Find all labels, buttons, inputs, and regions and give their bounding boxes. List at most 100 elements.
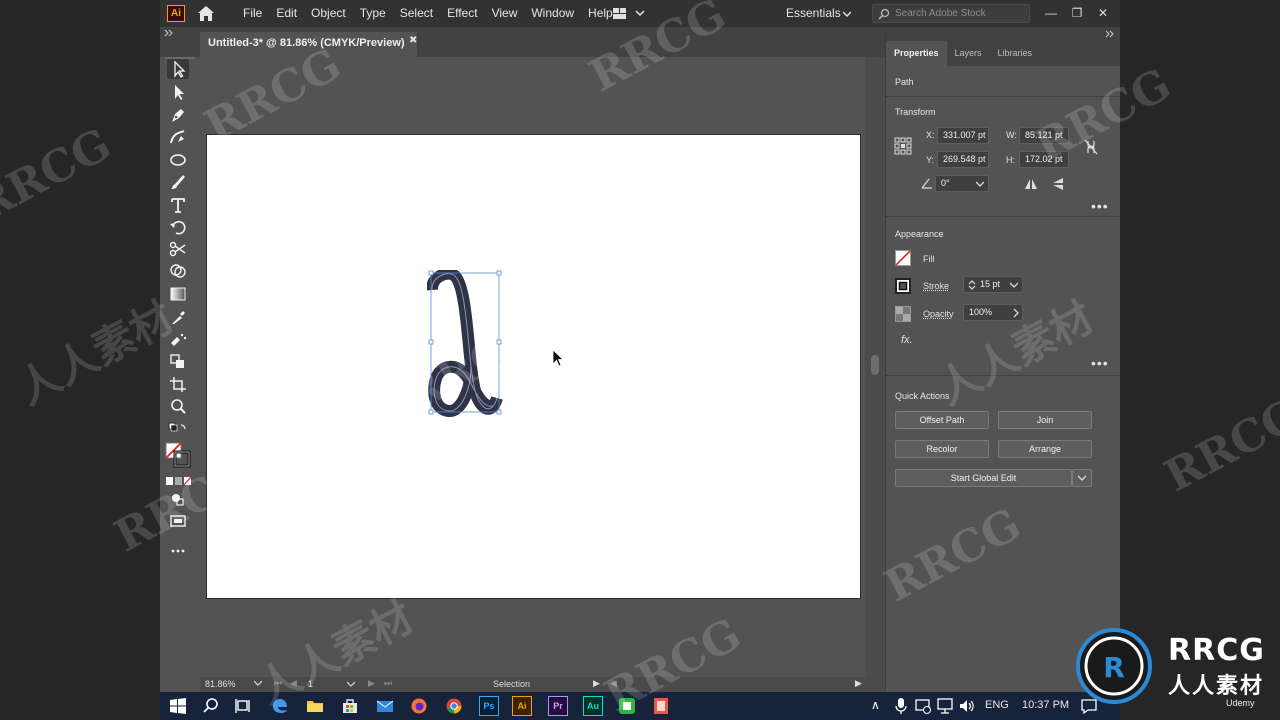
search-adobe-stock-input[interactable]: Search Adobe Stock xyxy=(872,4,1030,23)
last-artboard-icon[interactable]: ⏭ xyxy=(384,678,392,689)
mail-icon[interactable] xyxy=(376,697,394,715)
artboard-number[interactable]: 1 xyxy=(308,679,313,689)
menu-object[interactable]: Object xyxy=(304,0,353,27)
fill-label[interactable]: Fill xyxy=(923,254,935,264)
menu-edit[interactable]: Edit xyxy=(269,0,304,27)
stroke-swatch-icon[interactable] xyxy=(895,278,911,294)
tab-libraries[interactable]: Libraries xyxy=(990,41,1041,66)
tab-properties[interactable]: Properties xyxy=(886,41,947,66)
clock[interactable]: 10:37 PM xyxy=(1022,699,1069,711)
collapse-dock-icon[interactable] xyxy=(1105,30,1115,38)
draw-mode-tool[interactable] xyxy=(167,489,189,509)
photoshop-app[interactable]: Ps xyxy=(479,696,499,716)
type-tool[interactable] xyxy=(167,195,189,215)
ellipse-tool[interactable] xyxy=(167,150,189,170)
opacity-label[interactable]: Opacity xyxy=(923,309,954,319)
fill-stroke-swatch[interactable] xyxy=(165,442,191,468)
effects-button[interactable]: fx. xyxy=(901,334,913,346)
arrange-button[interactable]: Arrange xyxy=(998,440,1092,458)
opacity-field[interactable]: 100% xyxy=(963,304,1023,321)
premiere-app[interactable]: Pr xyxy=(548,696,568,716)
edge-browser-icon[interactable] xyxy=(271,697,289,715)
scroll-right-icon[interactable]: ▶ xyxy=(855,678,862,689)
volume-icon[interactable] xyxy=(958,697,976,715)
zoom-tool[interactable] xyxy=(167,397,189,417)
document-tab[interactable]: Untitled-3* @ 81.86% (CMYK/Preview) xyxy=(200,32,417,57)
artboard-tool[interactable] xyxy=(167,374,189,394)
paintbrush-tool[interactable] xyxy=(167,172,189,192)
selection-tool[interactable] xyxy=(167,59,189,79)
menu-window[interactable]: Window xyxy=(524,0,581,27)
opacity-checker-icon[interactable] xyxy=(895,306,911,322)
artboard[interactable] xyxy=(206,134,861,599)
tray-expand-icon[interactable]: ∧ xyxy=(871,698,880,712)
width-field[interactable]: 85.121 pt xyxy=(1019,127,1069,144)
chevron-down-icon[interactable] xyxy=(843,10,851,18)
start-global-edit-button[interactable]: Start Global Edit xyxy=(895,469,1072,487)
firefox-icon[interactable] xyxy=(410,697,428,715)
scroll-left-icon[interactable]: ◀ xyxy=(610,678,617,689)
edit-toolbar-button[interactable] xyxy=(167,541,189,561)
global-edit-options-button[interactable] xyxy=(1072,469,1092,487)
collapse-panels-icon[interactable] xyxy=(164,29,174,37)
live-paint-tool[interactable] xyxy=(167,351,189,371)
reference-point-icon[interactable] xyxy=(894,137,912,155)
canvas-vertical-scrollbar[interactable] xyxy=(865,57,885,677)
tab-layers[interactable]: Layers xyxy=(947,41,990,66)
close-document-button[interactable]: ✖ xyxy=(409,35,417,46)
color-mode-buttons[interactable] xyxy=(165,473,193,486)
appearance-more-options-icon[interactable]: ••• xyxy=(1091,356,1109,370)
microphone-icon[interactable] xyxy=(892,697,910,715)
search-icon[interactable] xyxy=(202,697,220,715)
menu-file[interactable]: File xyxy=(236,0,269,27)
input-language[interactable]: ENG xyxy=(985,699,1009,711)
curvature-tool[interactable] xyxy=(167,127,189,147)
join-button[interactable]: Join xyxy=(998,411,1092,429)
zoom-dropdown-icon[interactable] xyxy=(254,679,262,687)
shape-builder-tool[interactable] xyxy=(167,261,189,281)
current-tool-status[interactable]: Selection xyxy=(493,679,530,689)
stroke-weight-field[interactable]: 15 pt xyxy=(963,276,1023,293)
direct-selection-tool[interactable] xyxy=(167,82,189,102)
menu-select[interactable]: Select xyxy=(393,0,440,27)
first-artboard-icon[interactable]: ⏮ xyxy=(274,678,282,689)
home-icon[interactable] xyxy=(197,5,215,22)
menu-view[interactable]: View xyxy=(485,0,525,27)
next-artboard-icon[interactable]: ▶ xyxy=(368,678,375,689)
minimize-button[interactable]: — xyxy=(1042,4,1060,22)
screen-mode-tool[interactable] xyxy=(167,511,189,531)
flip-horizontal-icon[interactable] xyxy=(1024,178,1038,190)
y-position-field[interactable]: 269.548 pt xyxy=(937,151,989,168)
stroke-label[interactable]: Stroke xyxy=(923,281,949,291)
scrollbar-thumb[interactable] xyxy=(871,355,879,375)
canvas[interactable] xyxy=(200,57,885,677)
chrome-icon[interactable] xyxy=(445,697,463,715)
arrange-documents-icon[interactable] xyxy=(612,7,646,20)
flip-vertical-icon[interactable] xyxy=(1052,177,1064,191)
menu-effect[interactable]: Effect xyxy=(440,0,484,27)
store-icon[interactable] xyxy=(341,697,359,715)
chevron-down-icon[interactable] xyxy=(1010,282,1018,288)
pen-tool[interactable] xyxy=(167,105,189,125)
file-explorer-icon[interactable] xyxy=(306,697,324,715)
chevron-right-icon[interactable] xyxy=(1013,308,1019,318)
rotate-tool[interactable] xyxy=(167,217,189,237)
default-colors-toggle[interactable] xyxy=(167,421,189,441)
status-menu-arrow-icon[interactable]: ▶ xyxy=(593,678,600,689)
camtasia-icon[interactable] xyxy=(618,697,636,715)
network-icon[interactable] xyxy=(936,697,954,715)
gradient-tool[interactable] xyxy=(167,284,189,304)
scissors-tool[interactable] xyxy=(167,239,189,259)
stepper-icon[interactable] xyxy=(968,279,976,291)
constrain-proportions-icon[interactable] xyxy=(1084,139,1098,155)
alpha-stroke-path[interactable] xyxy=(427,270,507,420)
zoom-level[interactable]: 81.86% xyxy=(205,679,236,689)
task-view-icon[interactable] xyxy=(235,697,253,715)
illustrator-app[interactable]: Ai xyxy=(512,696,532,716)
menu-type[interactable]: Type xyxy=(353,0,393,27)
audition-app[interactable]: Au xyxy=(583,696,603,716)
artboard-dropdown-icon[interactable] xyxy=(347,680,355,688)
restore-button[interactable]: ❐ xyxy=(1068,4,1086,22)
windows-start-icon[interactable] xyxy=(169,697,187,715)
network-share-icon[interactable] xyxy=(914,697,932,715)
